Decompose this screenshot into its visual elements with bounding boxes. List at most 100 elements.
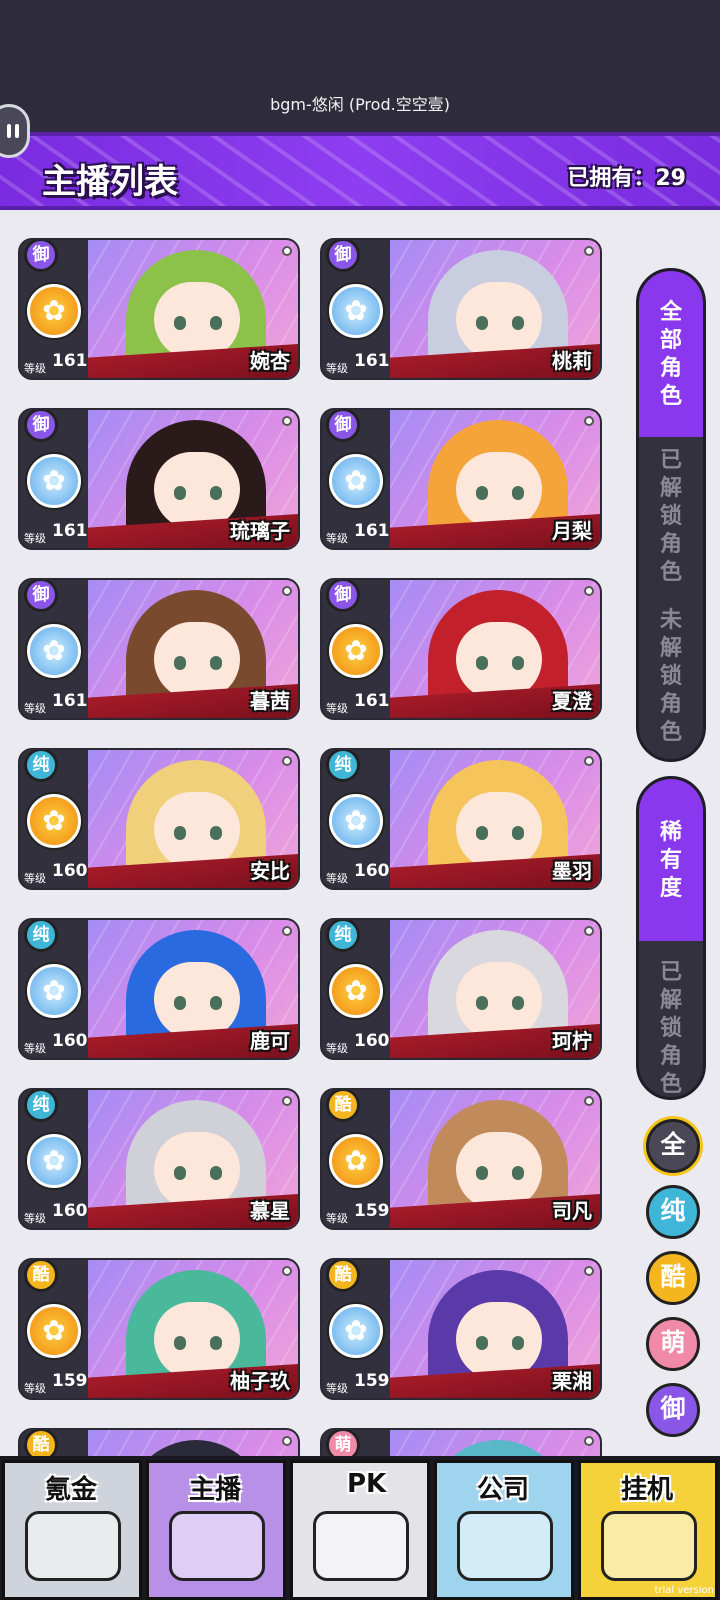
rose-icon: ✿ — [42, 1144, 66, 1177]
streamer-card[interactable]: 柚子玖 ✿ 等级 159 酷 — [18, 1258, 300, 1400]
rank-medal-icon: ✿ — [329, 454, 383, 508]
page-header: 主播列表 已拥有：29 — [0, 132, 720, 210]
type-badge: 纯 — [24, 750, 58, 782]
filter-type-chun-button[interactable]: 纯 — [646, 1185, 700, 1239]
type-badge: 御 — [24, 580, 58, 612]
rose-icon: ✿ — [344, 464, 368, 497]
rose-icon: ✿ — [42, 1314, 66, 1347]
type-badge: 酷 — [326, 1090, 360, 1122]
rank-medal-icon: ✿ — [27, 1304, 81, 1358]
tab-krypton[interactable]: 氪金 — [2, 1460, 142, 1600]
filter-type-ku-button[interactable]: 酷 — [646, 1251, 700, 1305]
streamer-name: 安比 — [250, 859, 290, 883]
tab-idle-label: 挂机 — [621, 1475, 674, 1505]
tab-streamer[interactable]: 主播 — [146, 1460, 286, 1600]
filter-unlocked-roles-2[interactable]: 已解锁角色 — [639, 959, 703, 1097]
pin-icon — [584, 1436, 594, 1446]
streamer-card[interactable]: 琉璃子 ✿ 等级 161 御 — [18, 408, 300, 550]
streamer-portrait: 月梨 — [390, 410, 600, 548]
filter-rarity[interactable]: 稀有度 — [639, 819, 703, 903]
streamer-card[interactable]: 月梨 ✿ 等级 161 御 — [320, 408, 602, 550]
tab-streamer-art — [169, 1511, 265, 1581]
streamer-card[interactable]: 司凡 ✿ 等级 159 酷 — [320, 1088, 602, 1230]
streamer-card[interactable]: 珂柠 ✿ 等级 160 纯 — [320, 918, 602, 1060]
eye — [210, 826, 222, 840]
type-badge: 御 — [24, 410, 58, 442]
rank-medal-icon: ✿ — [27, 1134, 81, 1188]
level-value: 161 — [52, 351, 88, 371]
eye — [476, 486, 488, 500]
filter-char: 色 — [659, 384, 682, 409]
tab-idle[interactable]: 挂机 — [578, 1460, 718, 1600]
streamer-grid[interactable]: 婉杏 ✿ 等级 161 御桃莉 ✿ 等级 161 御琉璃子 ✿ 等级 161 御月梨 ✿ 等级 161 御暮茜 ✿… — [0, 214, 720, 1458]
streamer-portrait: 柚子玖 — [88, 1260, 298, 1398]
streamer-card[interactable]: 暮茜 ✿ 等级 161 御 — [18, 578, 300, 720]
rank-medal-icon: ✿ — [329, 1304, 383, 1358]
filter-all-types-button[interactable]: 全 — [646, 1119, 700, 1173]
tab-company[interactable]: 公司 — [434, 1460, 574, 1600]
pin-icon — [282, 1096, 292, 1106]
bgm-label: bgm-悠闲 (Prod.空空壹) — [270, 95, 450, 114]
level-value: 159 — [52, 1371, 88, 1391]
streamer-name: 珂柠 — [552, 1029, 592, 1053]
streamer-name: 墨羽 — [552, 859, 592, 883]
streamer-name: 夏澄 — [552, 689, 592, 713]
filter-type-yu-button[interactable]: 御 — [646, 1383, 700, 1437]
pin-icon — [584, 416, 594, 426]
level-value: 160 — [52, 861, 88, 881]
tab-idle-art — [601, 1511, 697, 1581]
streamer-portrait: 琉璃子 — [88, 410, 298, 548]
level-label: 等级 — [24, 362, 46, 375]
streamer-card[interactable]: 栗湘 ✿ 等级 159 酷 — [320, 1258, 602, 1400]
streamer-card[interactable]: 墨羽 ✿ 等级 160 纯 — [320, 748, 602, 890]
streamer-card[interactable]: 鹿可 ✿ 等级 160 纯 — [18, 918, 300, 1060]
rank-medal-icon: ✿ — [329, 794, 383, 848]
face — [456, 282, 542, 360]
streamer-card[interactable]: 慕星 ✿ 等级 160 纯 — [18, 1088, 300, 1230]
streamer-name: 栗湘 — [552, 1369, 592, 1393]
filter-unlocked-roles[interactable]: 已解锁角色 — [639, 447, 703, 587]
streamer-card[interactable]: 安比 ✿ 等级 160 纯 — [18, 748, 300, 890]
filter-all-roles[interactable]: 全部角色 — [639, 299, 703, 411]
filter-type-meng-button[interactable]: 萌 — [646, 1317, 700, 1371]
streamer-portrait: 暮茜 — [88, 580, 298, 718]
pause-icon[interactable] — [0, 104, 30, 158]
level-value: 159 — [354, 1371, 390, 1391]
level-label: 等级 — [24, 1382, 46, 1395]
filter-char: 部 — [659, 328, 682, 353]
pin-icon — [584, 1266, 594, 1276]
tab-pk[interactable]: PK — [290, 1460, 430, 1600]
filter-char: 锁 — [659, 504, 682, 529]
streamer-card[interactable]: 夏澄 ✿ 等级 161 御 — [320, 578, 602, 720]
eye — [512, 486, 524, 500]
eye — [512, 826, 524, 840]
level-label: 等级 — [24, 532, 46, 545]
streamer-card[interactable]: 桃莉 ✿ 等级 161 御 — [320, 238, 602, 380]
streamer-portrait: 桃莉 — [390, 240, 600, 378]
pin-icon — [282, 586, 292, 596]
streamer-card[interactable]: 酷 — [18, 1428, 300, 1458]
rose-icon: ✿ — [42, 634, 66, 667]
level-label: 等级 — [24, 1212, 46, 1225]
streamer-card[interactable]: 婉杏 ✿ 等级 161 御 — [18, 238, 300, 380]
rose-icon: ✿ — [344, 1314, 368, 1347]
filter-char: 稀 — [659, 820, 682, 845]
face — [456, 1132, 542, 1210]
streamer-card[interactable]: 萌 — [320, 1428, 602, 1458]
streamer-portrait: 安比 — [88, 750, 298, 888]
face — [154, 792, 240, 870]
type-badge: 御 — [326, 240, 360, 272]
streamer-name: 月梨 — [552, 519, 592, 543]
filter-locked-roles[interactable]: 未解锁角色 — [639, 607, 703, 747]
face — [456, 962, 542, 1040]
streamer-portrait: 司凡 — [390, 1090, 600, 1228]
face — [154, 1302, 240, 1380]
type-badge: 萌 — [326, 1430, 360, 1458]
page-title: 主播列表 — [42, 162, 178, 202]
face — [154, 282, 240, 360]
level-label: 等级 — [24, 872, 46, 885]
streamer-portrait: 夏澄 — [390, 580, 600, 718]
eye — [512, 1336, 524, 1350]
filter-char: 色 — [659, 560, 682, 585]
level-value: 160 — [354, 1031, 390, 1051]
